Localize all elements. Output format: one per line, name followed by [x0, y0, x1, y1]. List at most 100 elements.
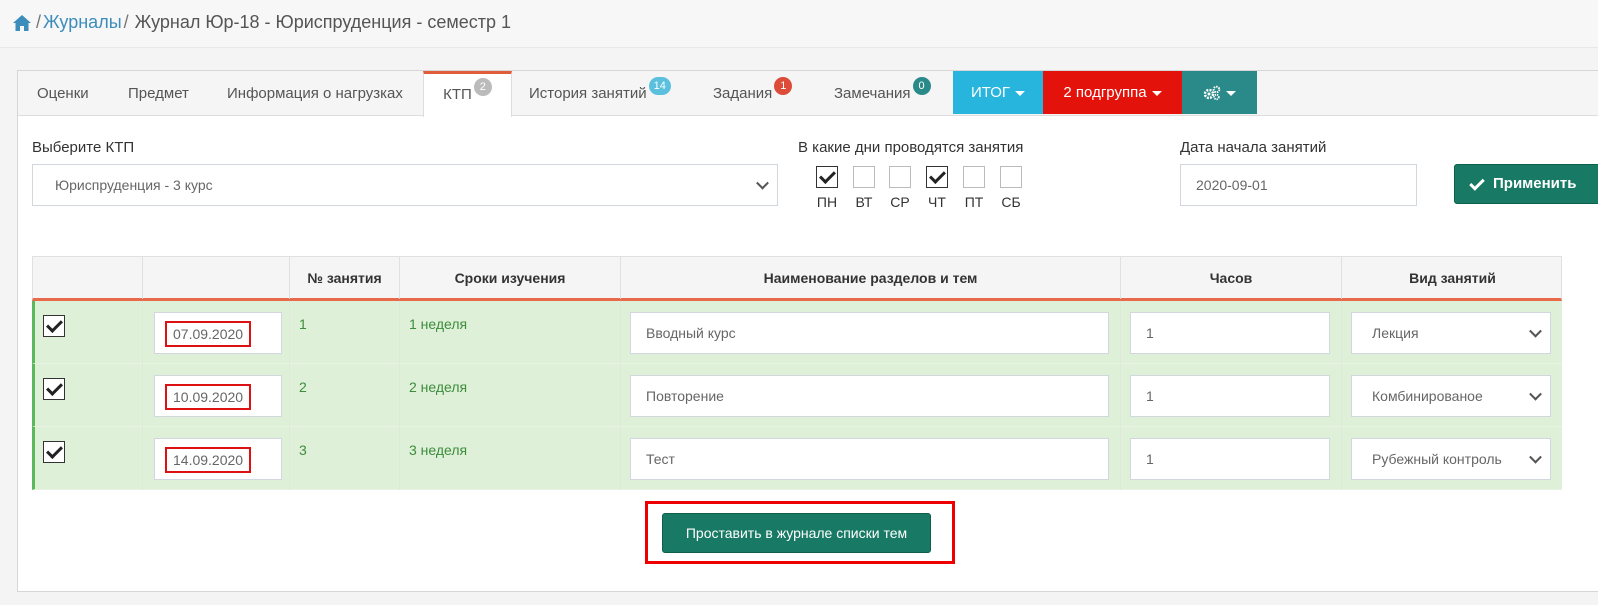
hours-input[interactable]: 1	[1130, 438, 1330, 480]
set-topics-button[interactable]: Проставить в журнале списки тем	[662, 513, 931, 553]
row-checkbox[interactable]	[43, 441, 65, 463]
lesson-number: 2	[299, 379, 307, 395]
date-input[interactable]: 10.09.2020	[154, 375, 282, 417]
cell-divider	[1341, 427, 1342, 490]
row-checkbox[interactable]	[43, 315, 65, 337]
row-checkbox[interactable]	[43, 378, 65, 400]
main-panel: Оценки Предмет Информация о нагрузках КТ…	[17, 70, 1598, 592]
col-header-term: Сроки изучения	[400, 257, 621, 299]
tab-grades[interactable]: Оценки	[37, 71, 89, 116]
date-input[interactable]: 14.09.2020	[154, 438, 282, 480]
tab-tasks[interactable]: Задания 1	[713, 71, 793, 116]
tab-badge: 0	[912, 77, 931, 95]
lesson-number: 1	[299, 316, 307, 332]
lesson-type-select[interactable]: Рубежный контроль	[1351, 438, 1551, 480]
lesson-type-value: Рубежный контроль	[1372, 451, 1502, 467]
day-tue[interactable]: ВТ	[852, 166, 876, 210]
breadcrumb: / Журналы / Журнал Юр-18 - Юриспруденция…	[12, 12, 511, 33]
topic-input[interactable]: Тест	[630, 438, 1109, 480]
day-checkbox[interactable]	[889, 166, 911, 188]
top-bar: / Журналы / Журнал Юр-18 - Юриспруденция…	[0, 0, 1598, 48]
tab-label: Оценки	[37, 85, 89, 102]
cogs-icon	[1203, 85, 1221, 101]
hours-input[interactable]: 1	[1130, 375, 1330, 417]
breadcrumb-current: Журнал Юр-18 - Юриспруденция - семестр 1	[134, 12, 511, 32]
date-value: 14.09.2020	[165, 447, 252, 473]
breadcrumb-separator: /	[36, 12, 42, 32]
cell-divider	[1341, 301, 1342, 364]
topic-input[interactable]: Вводный курс	[630, 312, 1109, 354]
itog-label: ИТОГ	[970, 84, 1011, 101]
chevron-down-icon	[756, 176, 769, 190]
tab-subject[interactable]: Предмет	[128, 71, 189, 116]
cell-divider	[1120, 427, 1121, 490]
day-checkbox[interactable]	[1000, 166, 1022, 188]
day-thu[interactable]: ЧТ	[925, 166, 949, 210]
chevron-down-icon	[1529, 387, 1542, 401]
table-header: № занятия Сроки изучения Наименование ра…	[32, 256, 1562, 301]
tab-bar: Оценки Предмет Информация о нагрузках КТ…	[18, 71, 1598, 117]
hours-input[interactable]: 1	[1130, 312, 1330, 354]
date-value: 07.09.2020	[165, 321, 252, 347]
tab-ktp[interactable]: КТП 2	[423, 71, 512, 117]
date-value: 10.09.2020	[165, 384, 252, 410]
caret-down-icon	[1015, 90, 1026, 96]
subgroup-dropdown-button[interactable]: 2 подгруппа	[1043, 71, 1182, 114]
tab-remarks[interactable]: Замечания 0	[834, 71, 931, 116]
tab-label: Предмет	[128, 85, 189, 102]
start-date-input[interactable]: 2020-09-01	[1180, 164, 1417, 206]
lesson-type-value: Лекция	[1372, 325, 1419, 341]
lesson-number: 3	[299, 442, 307, 458]
tab-label: Информация о нагрузках	[227, 85, 403, 102]
tab-label: Замечания	[834, 85, 911, 102]
topic-input[interactable]: Повторение	[630, 375, 1109, 417]
day-fri[interactable]: ПТ	[962, 166, 986, 210]
col-header-date	[143, 257, 290, 299]
tab-history[interactable]: История занятий 14	[529, 71, 671, 116]
cell-divider	[1120, 301, 1121, 364]
col-header-checkbox	[33, 257, 143, 299]
day-checkbox[interactable]	[926, 166, 948, 188]
date-input[interactable]: 07.09.2020	[154, 312, 282, 354]
chevron-down-icon	[1529, 450, 1542, 464]
day-checkbox[interactable]	[816, 166, 838, 188]
day-mon[interactable]: ПН	[815, 166, 839, 210]
tab-label: История занятий	[529, 85, 647, 102]
lesson-type-select[interactable]: Лекция	[1351, 312, 1551, 354]
day-checkbox[interactable]	[963, 166, 985, 188]
tab-label: Задания	[713, 85, 773, 102]
cell-divider	[289, 301, 290, 364]
cell-divider	[399, 427, 400, 490]
day-sat[interactable]: СБ	[999, 166, 1023, 210]
itog-dropdown-button[interactable]: ИТОГ	[953, 71, 1043, 114]
tab-load-info[interactable]: Информация о нагрузках	[227, 71, 403, 116]
cell-divider	[142, 301, 143, 364]
lesson-type-select[interactable]: Комбинированое	[1351, 375, 1551, 417]
cell-divider	[620, 301, 621, 364]
day-label: СБ	[1001, 194, 1021, 210]
cell-divider	[289, 427, 290, 490]
tab-label: КТП	[443, 86, 472, 103]
tab-badge: 1	[774, 77, 793, 95]
cell-divider	[620, 427, 621, 490]
chevron-down-icon	[1529, 324, 1542, 338]
settings-dropdown-button[interactable]	[1182, 71, 1257, 114]
study-term: 1 неделя	[409, 316, 468, 332]
ktp-select[interactable]: Юриспруденция - 3 курс	[32, 164, 778, 206]
cell-divider	[399, 301, 400, 364]
apply-button[interactable]: Применить	[1454, 164, 1598, 204]
ktp-label: Выберите КТП	[32, 139, 135, 156]
col-header-topic: Наименование разделов и тем	[621, 257, 1121, 299]
day-label: ЧТ	[928, 194, 946, 210]
caret-down-icon	[1226, 90, 1236, 96]
table-row: 10.09.2020 2 2 неделя Повторение 1 Комби…	[32, 364, 1562, 427]
breadcrumb-journals-link[interactable]: Журналы	[43, 12, 122, 33]
home-icon[interactable]	[12, 13, 32, 33]
day-label: ПТ	[964, 194, 984, 210]
col-header-hours: Часов	[1121, 257, 1342, 299]
lesson-type-value: Комбинированое	[1372, 388, 1483, 404]
day-checkbox[interactable]	[853, 166, 875, 188]
day-wed[interactable]: СР	[888, 166, 912, 210]
apply-button-label: Применить	[1493, 175, 1577, 192]
start-date-label: Дата начала занятий	[1180, 139, 1327, 156]
